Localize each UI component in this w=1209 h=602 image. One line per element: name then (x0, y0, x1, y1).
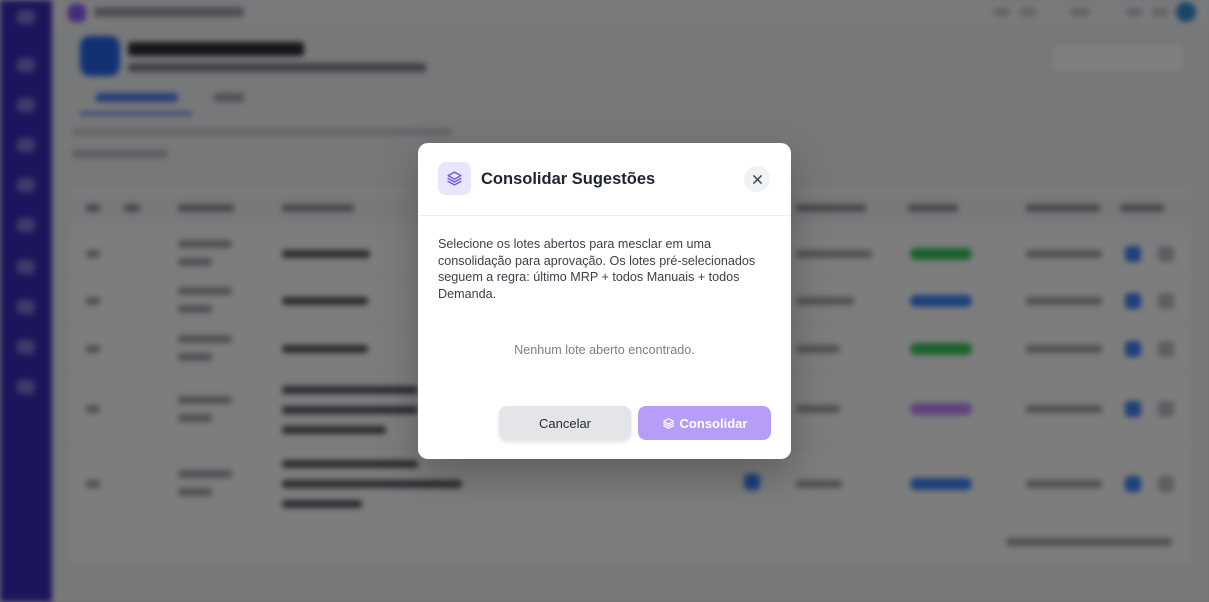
layers-icon (662, 417, 674, 429)
close-button[interactable] (744, 166, 770, 192)
consolidate-button-label: Consolidar (679, 415, 748, 431)
consolidate-button[interactable]: Consolidar (638, 406, 771, 440)
dialog-header: Consolidar Sugestões (418, 143, 791, 216)
cancel-button[interactable]: Cancelar (499, 406, 631, 440)
consolidate-dialog: Consolidar Sugestões Selecione os lotes … (418, 143, 791, 459)
layers-icon (438, 162, 471, 195)
dialog-description: Selecione os lotes abertos para mesclar … (438, 237, 756, 302)
close-icon (752, 174, 762, 184)
empty-state-message: Nenhum lote aberto encontrado. (514, 343, 695, 357)
cancel-button-label: Cancelar (538, 415, 592, 431)
dialog-title: Consolidar Sugestões (481, 170, 656, 188)
